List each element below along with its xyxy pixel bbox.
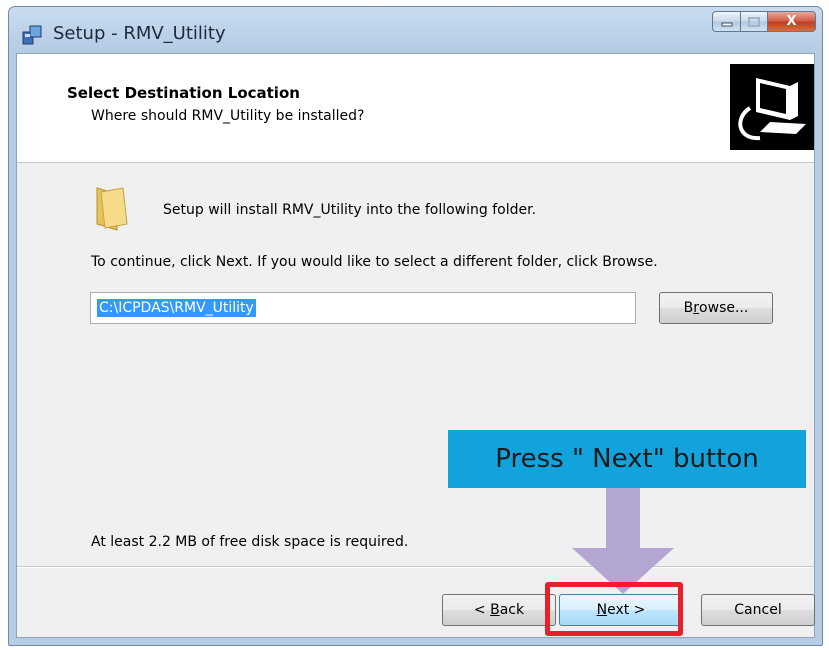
back-label-start: < bbox=[473, 602, 491, 618]
minimize-icon bbox=[721, 22, 732, 26]
cancel-button[interactable]: Cancel bbox=[701, 594, 815, 626]
back-label-end: ack bbox=[499, 602, 525, 618]
back-label-mnemonic: B bbox=[490, 602, 500, 618]
window-title: Setup - RMV_Utility bbox=[53, 23, 226, 44]
instruction-callout: Press " Next" button bbox=[448, 430, 806, 488]
folder-icon bbox=[96, 187, 128, 231]
wizard-header: Select Destination Location Where should… bbox=[17, 54, 814, 163]
maximize-icon bbox=[748, 16, 760, 27]
computer-install-icon bbox=[730, 64, 814, 150]
instruction-callout-text: Press " Next" button bbox=[495, 444, 759, 474]
close-button[interactable]: X bbox=[768, 11, 816, 32]
wizard-client-area: Select Destination Location Where should… bbox=[16, 53, 815, 638]
disk-space-requirement: At least 2.2 MB of free disk space is re… bbox=[91, 534, 409, 550]
cancel-label: Cancel bbox=[734, 602, 782, 618]
destination-path-input[interactable]: C:\ICPDAS\RMV_Utility bbox=[90, 292, 636, 324]
window-controls: X bbox=[712, 11, 816, 33]
page-title: Select Destination Location bbox=[67, 84, 300, 102]
close-icon: X bbox=[786, 14, 797, 29]
browse-label-end: owse... bbox=[699, 300, 749, 316]
destination-path-value: C:\ICPDAS\RMV_Utility bbox=[97, 299, 256, 317]
browse-button[interactable]: Br owse... bbox=[659, 292, 773, 324]
browse-label-start: B bbox=[683, 300, 694, 316]
continue-instruction: To continue, click Next. If you would li… bbox=[91, 254, 658, 270]
back-button[interactable]: < Back bbox=[442, 594, 556, 626]
page-subtitle: Where should RMV_Utility be installed? bbox=[91, 108, 365, 124]
footer-divider bbox=[17, 566, 814, 568]
next-button-highlight bbox=[545, 582, 683, 636]
setup-window: Setup - RMV_Utility X Select Destination… bbox=[8, 6, 823, 646]
intro-text: Setup will install RMV_Utility into the … bbox=[163, 202, 537, 218]
maximize-button[interactable] bbox=[741, 11, 768, 32]
setup-app-icon bbox=[22, 25, 42, 45]
minimize-button[interactable] bbox=[712, 11, 741, 32]
title-bar[interactable]: Setup - RMV_Utility X bbox=[9, 7, 822, 59]
